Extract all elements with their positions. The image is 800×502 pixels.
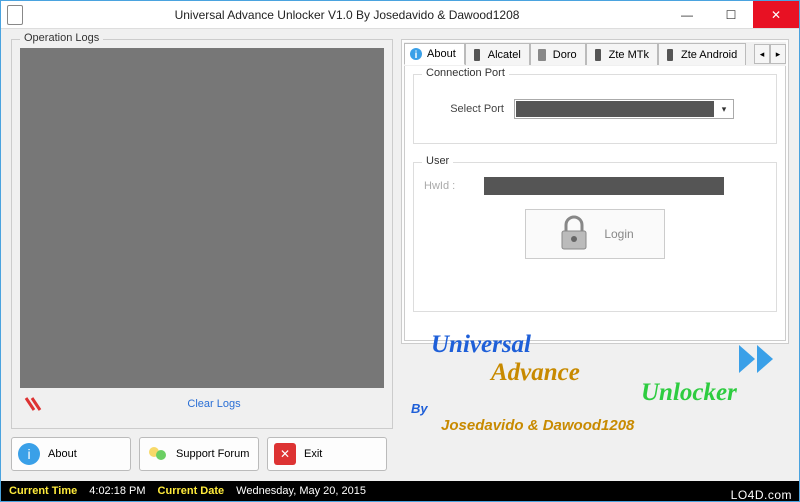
exit-button[interactable]: ✕ Exit	[267, 437, 387, 471]
current-date-label: Current Date	[158, 485, 225, 497]
select-port-label: Select Port	[424, 103, 504, 115]
window-title: Universal Advance Unlocker V1.0 By Josed…	[29, 8, 665, 22]
login-button-label: Login	[604, 227, 633, 241]
minimize-button[interactable]: —	[665, 1, 709, 28]
tab-scroll-right[interactable]: ▸	[770, 44, 786, 64]
tab-alcatel[interactable]: Alcatel	[465, 43, 530, 65]
clear-logs-icon	[24, 396, 44, 412]
maximize-button[interactable]: ☐	[709, 1, 753, 28]
login-button[interactable]: Login	[525, 209, 665, 259]
phone-icon	[470, 48, 484, 62]
app-icon	[7, 5, 23, 25]
window-controls: — ☐ ✕	[665, 1, 799, 28]
clear-logs-link[interactable]: Clear Logs	[44, 398, 384, 410]
operation-logs-group: Operation Logs Clear Logs	[11, 39, 393, 429]
right-column: i About Alcatel Doro Zte MTk	[401, 39, 789, 471]
svg-text:i: i	[415, 50, 418, 61]
tab-zteandroid[interactable]: Zte Android	[658, 43, 746, 65]
current-time-value: 4:02:18 PM	[89, 485, 145, 497]
connection-port-group: Connection Port Select Port ▾	[413, 74, 777, 144]
tab-ztemtk-label: Zte MTk	[609, 49, 649, 61]
current-date-value: Wednesday, May 20, 2015	[236, 485, 366, 497]
tab-body-about: Connection Port Select Port ▾ User	[404, 66, 786, 341]
hwid-field[interactable]	[484, 177, 724, 195]
info-icon: i	[409, 47, 423, 61]
connection-port-label: Connection Port	[422, 67, 509, 79]
tab-doro-label: Doro	[553, 49, 577, 61]
support-forum-label: Support Forum	[176, 448, 249, 460]
watermark: LO4D.com	[731, 488, 792, 502]
operation-logs-label: Operation Logs	[20, 32, 103, 44]
exit-icon: ✕	[274, 443, 296, 465]
left-column: Operation Logs Clear Logs i About	[11, 39, 393, 471]
support-forum-button[interactable]: Support Forum	[139, 437, 259, 471]
tab-alcatel-label: Alcatel	[488, 49, 521, 61]
tab-about-label: About	[427, 48, 456, 60]
user-group: User HwId : Login	[413, 162, 777, 312]
tab-scroll-left[interactable]: ◂	[754, 44, 770, 64]
hwid-label: HwId :	[424, 180, 474, 192]
user-group-label: User	[422, 155, 453, 167]
close-button[interactable]: ✕	[753, 1, 799, 28]
tab-container: i About Alcatel Doro Zte MTk	[401, 39, 789, 344]
about-button-label: About	[48, 448, 77, 460]
status-bar: Current Time 4:02:18 PM Current Date Wed…	[1, 481, 799, 501]
forum-icon	[146, 443, 168, 465]
phone-icon	[591, 48, 605, 62]
tab-doro[interactable]: Doro	[530, 43, 586, 65]
phone-icon	[663, 48, 677, 62]
tab-strip: i About Alcatel Doro Zte MTk	[404, 42, 786, 66]
tab-scroll-buttons: ◂ ▸	[754, 44, 786, 64]
clear-logs-row: Clear Logs	[20, 392, 384, 416]
lock-icon	[556, 213, 592, 256]
tab-ztemtk[interactable]: Zte MTk	[586, 43, 658, 65]
exit-button-label: Exit	[304, 448, 322, 460]
app-window: Universal Advance Unlocker V1.0 By Josed…	[0, 0, 800, 502]
content-area: Operation Logs Clear Logs i About	[1, 29, 799, 481]
phone-icon	[535, 48, 549, 62]
tab-zteandroid-label: Zte Android	[681, 49, 737, 61]
current-time-label: Current Time	[9, 485, 77, 497]
about-button[interactable]: i About	[11, 437, 131, 471]
tab-about[interactable]: i About	[404, 43, 465, 65]
chevron-down-icon: ▾	[715, 100, 733, 118]
log-textarea[interactable]	[20, 48, 384, 388]
info-icon: i	[18, 443, 40, 465]
titlebar: Universal Advance Unlocker V1.0 By Josed…	[1, 1, 799, 29]
select-port-value	[516, 101, 714, 117]
select-port-dropdown[interactable]: ▾	[514, 99, 734, 119]
action-button-row: i About Support Forum ✕ Exit	[11, 437, 393, 471]
